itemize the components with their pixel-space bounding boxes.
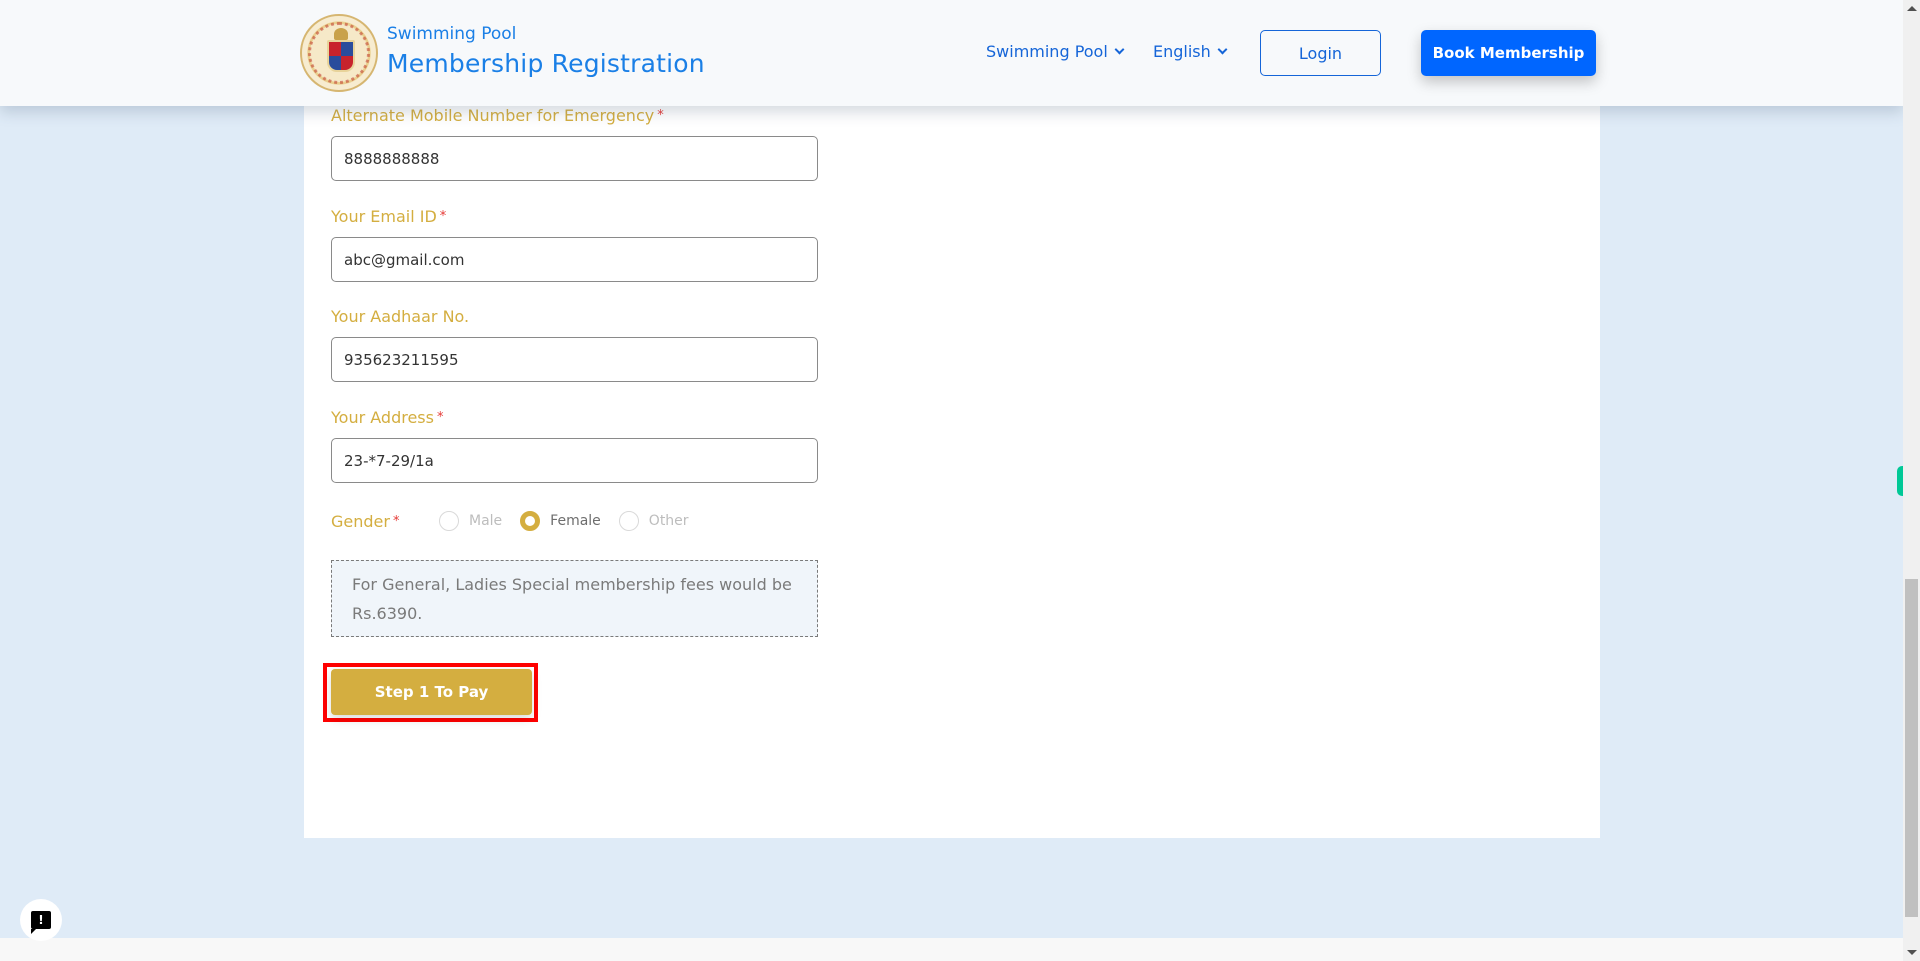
bmc-logo[interactable] bbox=[300, 14, 378, 92]
gender-label: Gender * bbox=[331, 512, 439, 531]
step-1-to-pay-button[interactable]: Step 1 To Pay bbox=[331, 669, 532, 715]
gender-option-female-label: Female bbox=[550, 513, 601, 529]
chevron-down-icon bbox=[1217, 44, 1228, 54]
gender-radio-group: Gender * Male Female Other bbox=[331, 510, 707, 532]
gender-option-male-label: Male bbox=[469, 513, 503, 529]
email-input[interactable] bbox=[331, 237, 818, 282]
nav-swimming-pool-label: Swimming Pool bbox=[986, 42, 1108, 61]
gender-option-other[interactable]: Other bbox=[618, 511, 689, 531]
book-membership-button[interactable]: Book Membership bbox=[1421, 30, 1596, 76]
logo-crest-icon bbox=[334, 28, 348, 40]
alt-mobile-input[interactable] bbox=[331, 136, 818, 181]
address-input[interactable] bbox=[331, 438, 818, 483]
required-marker: * bbox=[657, 108, 664, 123]
brand-title: Membership Registration bbox=[387, 49, 705, 78]
logo-shield-icon bbox=[327, 40, 355, 72]
fee-note: For General, Ladies Special membership f… bbox=[331, 560, 818, 637]
chevron-down-icon bbox=[1114, 44, 1125, 54]
scrollbar-thumb[interactable] bbox=[1905, 579, 1918, 917]
aadhaar-input[interactable] bbox=[331, 337, 818, 382]
radio-unchecked-icon[interactable] bbox=[618, 511, 639, 531]
gender-option-female[interactable]: Female bbox=[520, 511, 601, 531]
address-label: Your Address * bbox=[331, 408, 443, 427]
required-marker: * bbox=[392, 513, 400, 529]
gender-option-male[interactable]: Male bbox=[439, 511, 502, 531]
address-label-text: Your Address bbox=[331, 408, 434, 427]
alt-mobile-label: Alternate Mobile Number for Emergency * bbox=[331, 106, 664, 125]
brand-subtitle: Swimming Pool bbox=[387, 24, 517, 44]
feedback-button[interactable]: ! bbox=[20, 899, 62, 941]
nav-language-dropdown[interactable]: English bbox=[1153, 42, 1228, 61]
site-header: Swimming Pool Membership Registration Sw… bbox=[0, 0, 1903, 106]
email-label-text: Your Email ID bbox=[331, 207, 437, 226]
feedback-exclamation-icon: ! bbox=[31, 911, 51, 934]
bottom-strip bbox=[0, 938, 1903, 961]
nav-swimming-pool-dropdown[interactable]: Swimming Pool bbox=[986, 42, 1125, 61]
scroll-up-arrow-icon[interactable] bbox=[1907, 6, 1917, 11]
page-viewport: Swimming Pool Membership Registration Sw… bbox=[0, 0, 1903, 961]
gender-option-other-label: Other bbox=[648, 513, 689, 529]
gender-label-text: Gender bbox=[331, 511, 390, 531]
required-marker: * bbox=[436, 410, 444, 425]
alt-mobile-label-text: Alternate Mobile Number for Emergency bbox=[331, 106, 655, 125]
login-button[interactable]: Login bbox=[1260, 30, 1381, 76]
vertical-scrollbar[interactable] bbox=[1903, 0, 1920, 961]
required-marker: * bbox=[439, 209, 447, 224]
aadhaar-label: Your Aadhaar No. bbox=[331, 307, 469, 326]
nav-language-label: English bbox=[1153, 42, 1211, 61]
email-label: Your Email ID * bbox=[331, 207, 446, 226]
scroll-down-arrow-icon[interactable] bbox=[1907, 950, 1917, 955]
radio-checked-icon[interactable] bbox=[520, 511, 541, 531]
radio-unchecked-icon[interactable] bbox=[439, 511, 459, 531]
aadhaar-label-text: Your Aadhaar No. bbox=[331, 307, 470, 326]
